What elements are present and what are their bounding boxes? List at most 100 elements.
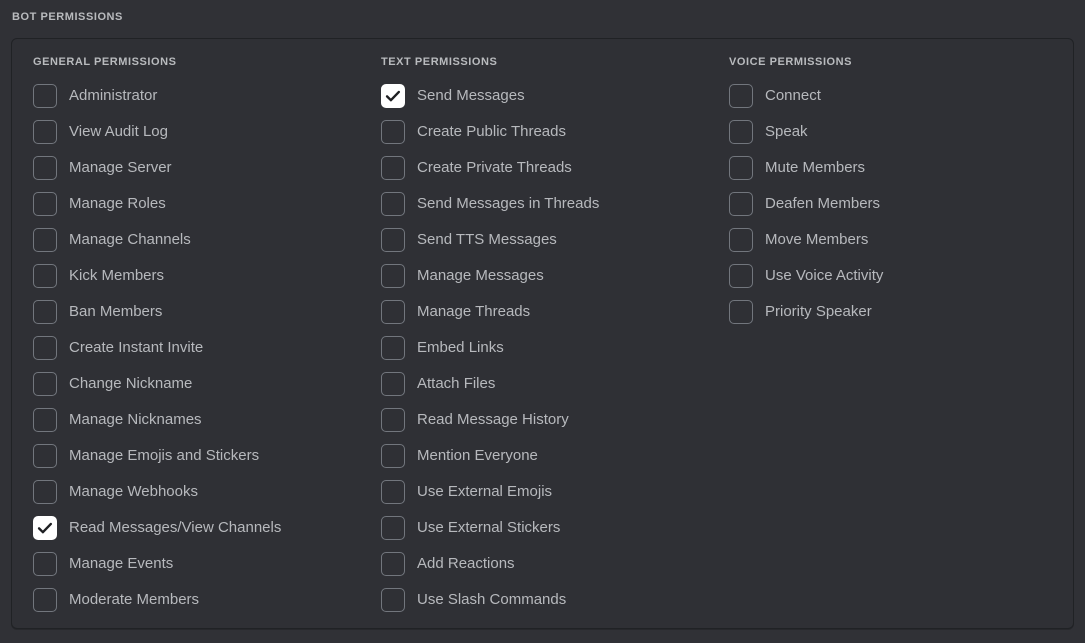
permission-row[interactable]: Mute Members	[729, 150, 1056, 186]
permission-column-general: GENERAL PERMISSIONSAdministratorView Aud…	[12, 56, 360, 628]
permission-row[interactable]: Ban Members	[33, 294, 360, 330]
permission-label: Manage Nicknames	[69, 411, 202, 429]
checkbox-unchecked[interactable]	[729, 156, 753, 180]
checkbox-unchecked[interactable]	[33, 444, 57, 468]
permission-label: Administrator	[69, 87, 157, 105]
checkmark-icon	[382, 85, 404, 107]
permission-row[interactable]: Send Messages in Threads	[381, 186, 708, 222]
permission-label: Mute Members	[765, 159, 865, 177]
permission-row[interactable]: Moderate Members	[33, 582, 360, 618]
checkbox-unchecked[interactable]	[381, 408, 405, 432]
checkbox-unchecked[interactable]	[381, 300, 405, 324]
checkbox-unchecked[interactable]	[33, 480, 57, 504]
permission-label: Manage Channels	[69, 231, 191, 249]
checkbox-unchecked[interactable]	[33, 552, 57, 576]
permission-row[interactable]: Administrator	[33, 78, 360, 114]
permission-row[interactable]: Change Nickname	[33, 366, 360, 402]
checkbox-unchecked[interactable]	[381, 156, 405, 180]
permission-row[interactable]: Manage Events	[33, 546, 360, 582]
permission-row[interactable]: Deafen Members	[729, 186, 1056, 222]
permission-row[interactable]: View Audit Log	[33, 114, 360, 150]
checkbox-unchecked[interactable]	[381, 588, 405, 612]
checkbox-unchecked[interactable]	[33, 120, 57, 144]
column-title-voice: VOICE PERMISSIONS	[729, 56, 1056, 69]
permission-label: Manage Emojis and Stickers	[69, 447, 259, 465]
checkbox-unchecked[interactable]	[33, 300, 57, 324]
permission-row[interactable]: Read Message History	[381, 402, 708, 438]
checkbox-unchecked[interactable]	[381, 516, 405, 540]
checkbox-unchecked[interactable]	[381, 228, 405, 252]
permission-row[interactable]: Read Messages/View Channels	[33, 510, 360, 546]
permission-label: Send Messages in Threads	[417, 195, 599, 213]
checkbox-unchecked[interactable]	[729, 264, 753, 288]
checkbox-unchecked[interactable]	[381, 372, 405, 396]
permission-label: Priority Speaker	[765, 303, 872, 321]
permission-row[interactable]: Embed Links	[381, 330, 708, 366]
permission-row[interactable]: Manage Nicknames	[33, 402, 360, 438]
checkbox-unchecked[interactable]	[381, 480, 405, 504]
permission-row[interactable]: Add Reactions	[381, 546, 708, 582]
checkbox-unchecked[interactable]	[381, 552, 405, 576]
checkbox-unchecked[interactable]	[33, 408, 57, 432]
checkbox-unchecked[interactable]	[33, 264, 57, 288]
permission-column-text: TEXT PERMISSIONS Send Messages Create Publ…	[360, 56, 708, 628]
checkbox-unchecked[interactable]	[33, 336, 57, 360]
permission-row[interactable]: Connect	[729, 78, 1056, 114]
checkbox-unchecked[interactable]	[33, 192, 57, 216]
permission-row[interactable]: Manage Webhooks	[33, 474, 360, 510]
permission-label: View Audit Log	[69, 123, 168, 141]
permission-label: Mention Everyone	[417, 447, 538, 465]
permission-row[interactable]: Move Members	[729, 222, 1056, 258]
permission-row[interactable]: Kick Members	[33, 258, 360, 294]
checkbox-unchecked[interactable]	[33, 588, 57, 612]
checkbox-unchecked[interactable]	[33, 156, 57, 180]
permission-row[interactable]: Use Slash Commands	[381, 582, 708, 618]
checkbox-unchecked[interactable]	[33, 228, 57, 252]
permission-label: Use Slash Commands	[417, 591, 566, 609]
checkbox-unchecked[interactable]	[381, 336, 405, 360]
checkbox-unchecked[interactable]	[33, 372, 57, 396]
checkbox-unchecked[interactable]	[33, 84, 57, 108]
page-title: BOT PERMISSIONS	[12, 11, 123, 23]
permission-row[interactable]: Create Public Threads	[381, 114, 708, 150]
permission-row[interactable]: Use Voice Activity	[729, 258, 1056, 294]
checkbox-unchecked[interactable]	[729, 120, 753, 144]
permission-row[interactable]: Send TTS Messages	[381, 222, 708, 258]
checkbox-unchecked[interactable]	[381, 192, 405, 216]
permission-row[interactable]: Manage Channels	[33, 222, 360, 258]
permission-label: Connect	[765, 87, 821, 105]
checkbox-unchecked[interactable]	[729, 192, 753, 216]
checkbox-unchecked[interactable]	[729, 228, 753, 252]
permission-row[interactable]: Send Messages	[381, 78, 708, 114]
permission-row[interactable]: Create Private Threads	[381, 150, 708, 186]
permission-row[interactable]: Use External Stickers	[381, 510, 708, 546]
checkbox-unchecked[interactable]	[381, 444, 405, 468]
permission-label: Ban Members	[69, 303, 162, 321]
checkbox-unchecked[interactable]	[381, 120, 405, 144]
bot-permissions-page: BOT PERMISSIONS GENERAL PERMISSIONSAdmin…	[0, 0, 1085, 643]
permission-row[interactable]: Create Instant Invite	[33, 330, 360, 366]
permission-row[interactable]: Manage Server	[33, 150, 360, 186]
column-title-text: TEXT PERMISSIONS	[381, 56, 708, 69]
permission-label: Moderate Members	[69, 591, 199, 609]
permission-row[interactable]: Manage Threads	[381, 294, 708, 330]
permission-label: Use External Emojis	[417, 483, 552, 501]
checkbox-unchecked[interactable]	[729, 84, 753, 108]
permission-row[interactable]: Attach Files	[381, 366, 708, 402]
permission-row[interactable]: Mention Everyone	[381, 438, 708, 474]
checkbox-unchecked[interactable]	[729, 300, 753, 324]
permission-label: Create Private Threads	[417, 159, 572, 177]
permission-label: Deafen Members	[765, 195, 880, 213]
permission-row[interactable]: Speak	[729, 114, 1056, 150]
permission-row[interactable]: Manage Messages	[381, 258, 708, 294]
checkbox-checked[interactable]	[381, 84, 405, 108]
permission-row[interactable]: Manage Emojis and Stickers	[33, 438, 360, 474]
permission-row[interactable]: Manage Roles	[33, 186, 360, 222]
permission-row[interactable]: Priority Speaker	[729, 294, 1056, 330]
permission-row[interactable]: Use External Emojis	[381, 474, 708, 510]
checkbox-unchecked[interactable]	[381, 264, 405, 288]
permission-label: Attach Files	[417, 375, 495, 393]
checkbox-checked[interactable]	[33, 516, 57, 540]
permission-label: Create Public Threads	[417, 123, 566, 141]
permission-label: Change Nickname	[69, 375, 192, 393]
